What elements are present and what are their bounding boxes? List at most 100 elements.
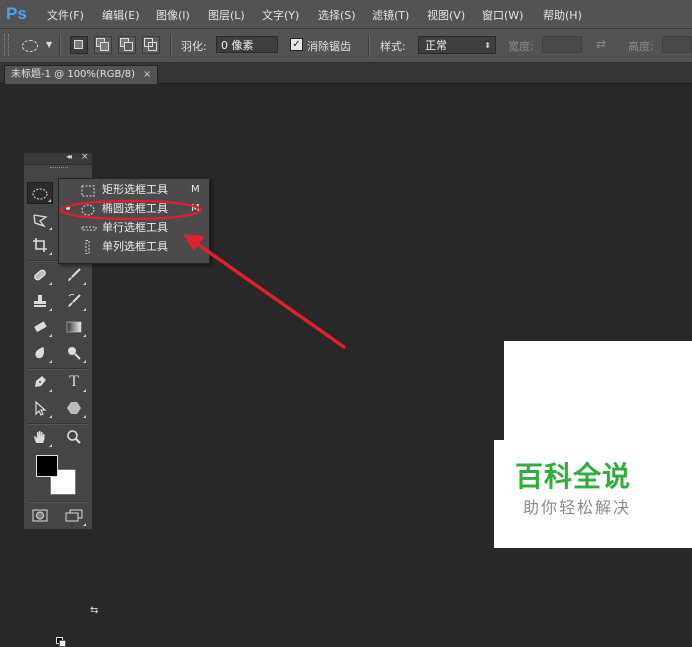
height-label: 高度: — [628, 40, 654, 53]
tool-preset-chevron-down-icon[interactable]: ▼ — [46, 40, 52, 49]
pen-icon — [35, 376, 46, 387]
antialias-checkbox[interactable]: ✓ — [290, 38, 303, 51]
history-brush-icon — [68, 294, 81, 307]
polygonal-lasso-icon — [33, 214, 48, 228]
width-input[interactable] — [542, 36, 582, 53]
shape-tool[interactable] — [61, 397, 87, 419]
screen-mode-icon — [65, 509, 83, 522]
spot-healing-brush-icon — [34, 269, 46, 281]
feather-input[interactable]: 0 像素 — [216, 36, 278, 53]
screen-mode-button[interactable] — [61, 505, 87, 527]
menu-help[interactable]: 帮助(H) — [543, 7, 582, 23]
type-tool[interactable]: T — [61, 371, 87, 393]
menu-type[interactable]: 文字(Y) — [262, 7, 299, 23]
options-bar-grip[interactable] — [4, 34, 9, 56]
crop-tool[interactable] — [27, 234, 53, 256]
spot-healing-brush-tool[interactable] — [27, 264, 53, 286]
close-icon[interactable]: × — [143, 69, 151, 80]
flyout-item-single-column-marquee[interactable]: 单列选框工具 — [59, 238, 209, 257]
elliptical-marquee-tool[interactable] — [27, 182, 53, 204]
flyout-item-shortcut: M — [191, 184, 200, 195]
menu-filter[interactable]: 滤镜(T) — [372, 7, 409, 23]
default-colors-icon[interactable] — [56, 637, 66, 647]
divider — [170, 35, 172, 57]
style-label: 样式: — [380, 40, 406, 53]
double-chevron-left-icon[interactable]: ◂◂ — [66, 152, 72, 161]
document-tab-title: 未标题-1 @ 100%(RGB/8) — [11, 69, 136, 80]
path-selection-icon — [35, 400, 47, 416]
document-tab[interactable]: 未标题-1 @ 100%(RGB/8) × — [4, 65, 159, 84]
annotation-arrow-line — [194, 241, 346, 349]
photoshop-logo: Ps — [6, 4, 27, 23]
blur-tool[interactable] — [27, 342, 53, 364]
new-selection-button[interactable] — [70, 36, 88, 54]
flyout-item-rectangular-marquee[interactable]: 矩形选框工具 M — [59, 181, 209, 200]
add-to-selection-button[interactable] — [94, 36, 112, 54]
gradient-tool[interactable] — [61, 316, 87, 338]
elliptical-marquee-icon — [32, 188, 48, 200]
menu-file[interactable]: 文件(F) — [47, 7, 84, 23]
intersect-selection-button[interactable] — [142, 36, 160, 54]
new-selection-icon — [74, 40, 83, 49]
foreground-color-swatch[interactable] — [36, 455, 58, 477]
width-label: 宽度: — [508, 40, 534, 53]
zoom-tool[interactable] — [61, 426, 87, 448]
document-tab-bar: 未标题-1 @ 100%(RGB/8) × — [0, 63, 692, 84]
menu-layer[interactable]: 图层(L) — [208, 7, 245, 23]
quick-mask-icon — [32, 509, 48, 522]
options-bar: ▼ 羽化: 0 像素 ✓ 消除锯齿 样式: 正常 ⬍ 宽度: ⇄ 高度: — [0, 29, 692, 63]
polygonal-lasso-tool[interactable] — [27, 209, 53, 231]
dodge-icon — [68, 347, 81, 360]
menu-select[interactable]: 选择(S) — [318, 7, 356, 23]
watermark-title: 百科全说 — [515, 460, 632, 493]
swap-colors-icon[interactable]: ⇆ — [90, 605, 98, 616]
elliptical-marquee-icon[interactable] — [22, 40, 38, 52]
history-brush-tool[interactable] — [61, 290, 87, 312]
menu-view[interactable]: 视图(V) — [427, 7, 465, 23]
eraser-tool[interactable] — [27, 316, 53, 338]
menu-edit[interactable]: 编辑(E) — [102, 7, 140, 23]
style-select[interactable]: 正常 ⬍ — [418, 36, 496, 54]
flyout-item-single-row-marquee[interactable]: 单行选框工具 — [59, 219, 209, 238]
tools-panel-header[interactable]: ◂◂ × — [24, 152, 92, 165]
flyout-item-label: 单列选框工具 — [102, 240, 168, 253]
select-arrows-icon: ⬍ — [484, 41, 491, 50]
gradient-icon — [66, 321, 82, 333]
flyout-item-shortcut: M — [191, 203, 200, 214]
menu-window[interactable]: 窗口(W) — [482, 7, 523, 23]
single-column-marquee-icon — [85, 240, 90, 254]
subtract-from-selection-button[interactable] — [118, 36, 136, 54]
tools-panel-grip[interactable] — [50, 167, 68, 171]
quick-mask-button[interactable] — [27, 505, 53, 527]
antialias-label: 消除锯齿 — [307, 40, 351, 53]
flyout-item-elliptical-marquee[interactable]: 椭圆选框工具 M — [59, 200, 209, 219]
menu-bar: Ps 文件(F) 编辑(E) 图像(I) 图层(L) 文字(Y) 选择(S) 滤… — [0, 0, 692, 29]
swap-width-height-icon[interactable]: ⇄ — [596, 37, 606, 51]
zoom-icon — [67, 430, 81, 444]
crop-icon — [33, 238, 47, 252]
hand-icon — [34, 431, 45, 443]
divider — [368, 35, 370, 57]
polygon-icon — [67, 402, 81, 414]
brush-tool[interactable] — [61, 264, 87, 286]
flyout-item-label: 单行选框工具 — [102, 221, 168, 234]
hand-tool[interactable] — [27, 426, 53, 448]
height-input[interactable] — [662, 36, 692, 53]
path-selection-tool[interactable] — [27, 397, 53, 419]
brush-icon — [68, 268, 81, 281]
dodge-tool[interactable] — [61, 342, 87, 364]
elliptical-marquee-icon — [81, 204, 95, 216]
flyout-item-label: 矩形选框工具 — [102, 183, 168, 196]
rectangular-marquee-icon — [81, 185, 95, 197]
close-icon[interactable]: × — [81, 152, 89, 162]
type-icon: T — [69, 373, 79, 390]
pen-tool[interactable] — [27, 371, 53, 393]
watermark-subtitle: 助你轻松解决 — [523, 498, 632, 517]
style-select-value: 正常 — [425, 39, 447, 52]
divider — [28, 368, 88, 370]
divider — [28, 423, 88, 425]
feather-label: 羽化: — [181, 40, 207, 53]
clone-stamp-tool[interactable] — [27, 290, 53, 312]
selected-bullet-icon — [66, 206, 70, 210]
menu-image[interactable]: 图像(I) — [156, 7, 190, 23]
